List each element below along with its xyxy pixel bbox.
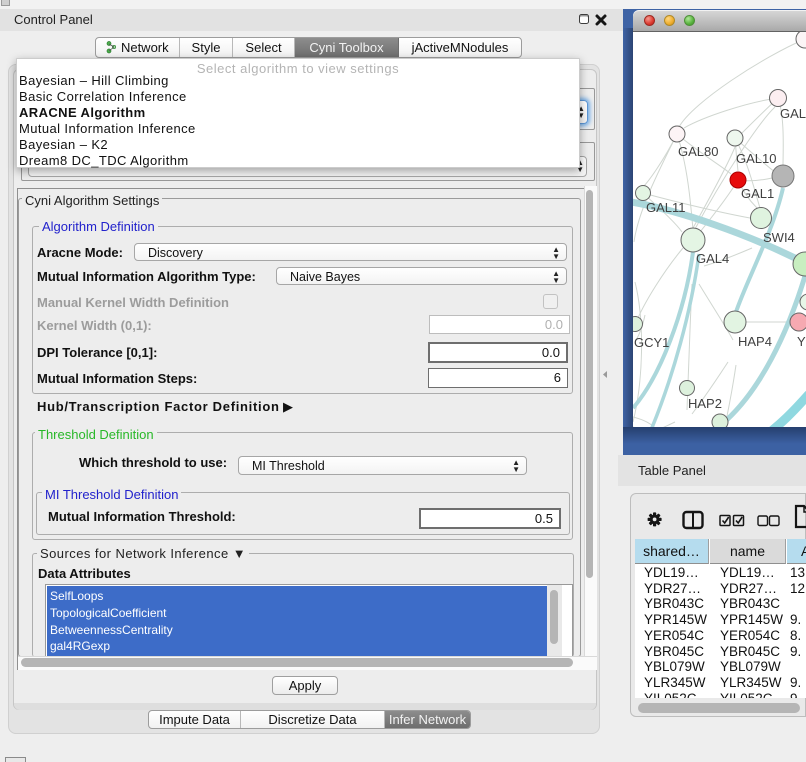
svg-text:GAL2: GAL2: [780, 106, 806, 121]
svg-text:GCY1: GCY1: [634, 335, 669, 350]
svg-text:GAL10: GAL10: [736, 151, 776, 166]
svg-text:SWI4: SWI4: [763, 230, 795, 245]
svg-text:YE: YE: [797, 334, 806, 349]
svg-text:GAL1: GAL1: [741, 186, 774, 201]
svg-text:GAL80: GAL80: [678, 144, 718, 159]
svg-text:GAL4: GAL4: [696, 251, 729, 266]
svg-text:HAP2: HAP2: [688, 396, 722, 411]
svg-text:GAL11: GAL11: [646, 200, 686, 215]
svg-text:HAP4: HAP4: [738, 334, 772, 349]
